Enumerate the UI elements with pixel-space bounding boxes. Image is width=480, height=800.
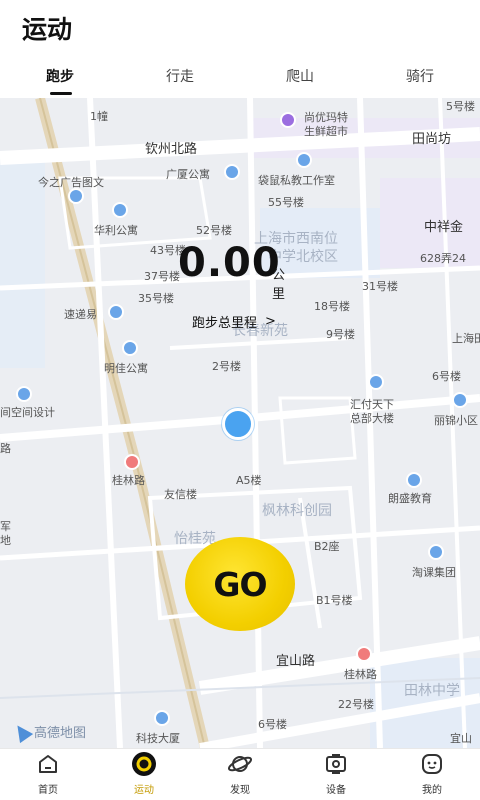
map-label: 枫林科创园 — [262, 503, 332, 519]
poi-icon — [16, 386, 32, 402]
map-label: 35号楼 — [138, 292, 174, 305]
map-label: 速递易 — [64, 308, 97, 321]
bottom-nav: 首页 运动 发现 设备 我的 — [0, 748, 480, 800]
map-label: 22号楼 — [338, 698, 374, 711]
map-label: 总部大楼 — [350, 412, 394, 425]
map-label: 钦州北路 — [145, 142, 198, 157]
tab-walking[interactable]: 行走 — [140, 66, 220, 86]
map-label: 18号楼 — [314, 300, 350, 313]
map-label: 31号楼 — [362, 280, 398, 293]
distance-caption: 跑步总里程 — [192, 316, 258, 331]
map-label: 地 — [0, 534, 11, 547]
map-label: 袋鼠私教工作室 — [258, 174, 335, 187]
amap-logo-icon — [10, 720, 34, 743]
map-label: 宜山 — [450, 732, 472, 745]
map-label: 6号楼 — [258, 718, 287, 731]
metro-icon — [124, 454, 140, 470]
distance-value: 0.00 — [178, 240, 281, 286]
distance-unit: 公里 — [272, 268, 286, 302]
map-label: 中祥金 — [424, 220, 464, 235]
tab-running[interactable]: 跑步 — [20, 66, 100, 86]
poi-icon — [68, 188, 84, 204]
profile-icon — [419, 751, 445, 777]
map-label: 淘课集团 — [412, 566, 456, 579]
poi-icon — [108, 304, 124, 320]
poi-icon — [368, 374, 384, 390]
map-label: 间空间设计 — [0, 406, 55, 419]
planet-icon — [227, 751, 253, 777]
map-label: 广厦公寓 — [166, 168, 210, 181]
nav-sport[interactable]: 运动 — [96, 751, 192, 796]
device-icon — [323, 751, 349, 777]
map-label: 2号楼 — [212, 360, 241, 373]
chevron-right-icon: > — [265, 314, 276, 329]
map-label: 52号楼 — [196, 224, 232, 237]
go-label: GO — [213, 564, 267, 604]
poi-icon — [154, 710, 170, 726]
map-label: 田尚坊 — [412, 132, 452, 147]
poi-icon — [296, 152, 312, 168]
tab-hiking[interactable]: 爬山 — [260, 66, 340, 86]
current-location-icon — [222, 408, 254, 440]
map-brand-logo: 高德地图 — [10, 720, 87, 743]
tab-cycling[interactable]: 骑行 — [380, 66, 460, 86]
metro-icon — [356, 646, 372, 662]
map-brand-text: 高德地图 — [34, 726, 87, 741]
map-label: 科技大厦 — [136, 732, 180, 745]
map-label: 6号楼 — [432, 370, 461, 383]
nav-home[interactable]: 首页 — [0, 751, 96, 796]
total-distance-link[interactable]: 跑步总里程 > — [192, 312, 276, 331]
nav-label: 运动 — [134, 785, 154, 796]
nav-profile[interactable]: 我的 — [384, 751, 480, 796]
nav-label: 首页 — [38, 785, 58, 796]
sport-icon — [131, 751, 157, 777]
map-label: 628弄24 — [420, 252, 466, 265]
poi-icon — [112, 202, 128, 218]
map-label: 9号楼 — [326, 328, 355, 341]
map-label: 桂林路 — [344, 668, 377, 681]
shop-poi-icon — [280, 112, 296, 128]
map-label: 田林中学 — [404, 683, 460, 699]
nav-label: 设备 — [326, 785, 346, 796]
distance-display: 0.00 公里 — [178, 240, 285, 302]
map-label: 5号楼 — [446, 100, 475, 113]
map-label: B2座 — [314, 540, 340, 553]
map-label: 今之广告图文 — [38, 176, 104, 189]
active-tab-indicator — [50, 92, 72, 95]
poi-icon — [406, 472, 422, 488]
home-icon — [35, 751, 61, 777]
page-title: 运动 — [22, 15, 73, 44]
map-label: 55号楼 — [268, 196, 304, 209]
map-label: 丽锦小区 — [434, 414, 478, 427]
nav-label: 我的 — [422, 785, 442, 796]
map-label: 路 — [0, 442, 11, 455]
go-button[interactable]: GO — [185, 537, 295, 631]
map-label: 朗盛教育 — [388, 492, 432, 505]
map-label: 1幢 — [90, 110, 108, 123]
map-label: 桂林路 — [112, 474, 145, 487]
map-label: 华利公寓 — [94, 224, 138, 237]
poi-icon — [428, 544, 444, 560]
map-label: 上海田林 — [452, 332, 480, 345]
nav-discover[interactable]: 发现 — [192, 751, 288, 796]
poi-icon — [224, 164, 240, 180]
map-label: 37号楼 — [144, 270, 180, 283]
poi-icon — [452, 392, 468, 408]
map-label: 明佳公寓 — [104, 362, 148, 375]
nav-device[interactable]: 设备 — [288, 751, 384, 796]
sport-type-tabs: 跑步 行走 爬山 骑行 — [0, 58, 480, 98]
map-label: 生鲜超市 — [304, 125, 348, 138]
map-label: 宜山路 — [276, 654, 316, 669]
map-label: 友信楼 — [164, 488, 197, 501]
nav-label: 发现 — [230, 785, 250, 796]
map-label: A5楼 — [236, 474, 262, 487]
header: 运动 — [0, 0, 480, 58]
map-label: B1号楼 — [316, 594, 353, 607]
poi-icon — [122, 340, 138, 356]
